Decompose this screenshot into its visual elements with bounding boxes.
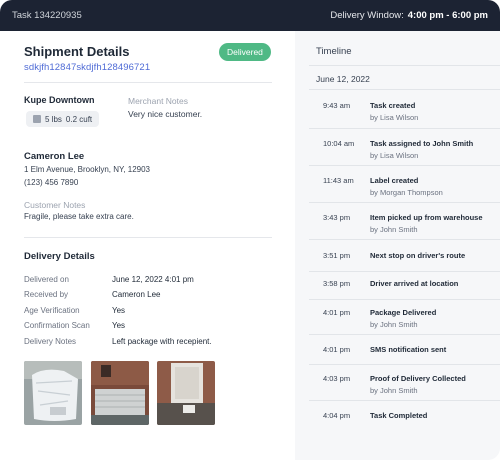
event-title: Task assigned to John Smith xyxy=(370,139,474,148)
delivery-row-value: Yes xyxy=(112,306,126,315)
customer-notes: Fragile, please take extra care. xyxy=(24,212,134,221)
divider xyxy=(24,237,272,238)
event-time: 11:43 am xyxy=(323,176,354,185)
delivery-row-value: Yes xyxy=(112,321,126,330)
package-weight: 5 lbs xyxy=(45,114,62,124)
customer-phone: (123) 456 7890 xyxy=(24,178,79,187)
event-time: 9:43 am xyxy=(323,101,351,110)
divider xyxy=(309,128,500,129)
timeline-date: June 12, 2022 xyxy=(316,74,370,84)
event-time: 4:03 pm xyxy=(323,374,351,383)
event-time: 4:04 pm xyxy=(323,411,351,420)
event-actor: by John Smith xyxy=(370,320,418,329)
event-actor: by Lisa Wilson xyxy=(370,113,419,122)
package-volume: 0.2 cuft xyxy=(65,114,93,124)
delivery-photo-doorstep[interactable] xyxy=(157,361,215,425)
event-title: Next stop on driver's route xyxy=(370,251,466,260)
event-title: Item picked up from warehouse xyxy=(370,213,483,222)
delivery-row-label: Age Verification xyxy=(24,306,80,315)
divider xyxy=(24,82,272,83)
shipment-title: Shipment Details xyxy=(24,44,130,59)
delivery-row: Age Verification Yes xyxy=(24,306,274,320)
divider xyxy=(309,165,500,166)
customer-name: Cameron Lee xyxy=(24,151,85,162)
event-time: 10:04 am xyxy=(323,139,355,148)
delivery-row-value: Cameron Lee xyxy=(112,290,161,299)
divider xyxy=(309,239,500,240)
divider xyxy=(309,299,500,300)
delivery-row: Received by Cameron Lee xyxy=(24,290,274,304)
app-frame: Task 134220935 Delivery Window: 4:00 pm -… xyxy=(0,0,500,460)
event-title: Package Delivered xyxy=(370,308,437,317)
event-actor: by John Smith xyxy=(370,386,418,395)
event-time: 4:01 pm xyxy=(323,308,351,317)
delivery-window-label: Delivery Window: xyxy=(330,10,404,21)
delivery-row-label: Received by xyxy=(24,290,69,299)
delivery-window: Delivery Window: 4:00 pm - 6:00 pm xyxy=(330,10,488,21)
event-time: 3:51 pm xyxy=(323,251,351,260)
event-actor: by Lisa Wilson xyxy=(370,151,419,160)
event-title: Task created xyxy=(370,101,416,110)
delivery-row: Confirmation Scan Yes xyxy=(24,321,274,335)
merchant-name: Kupe Downtown xyxy=(24,95,95,105)
divider xyxy=(309,202,500,203)
divider xyxy=(309,364,500,365)
event-title: Driver arrived at location xyxy=(370,279,459,288)
task-id: Task 134220935 xyxy=(12,10,82,21)
delivery-row: Delivery Notes Left package with recepie… xyxy=(24,337,274,351)
customer-address: 1 Elm Avenue, Brooklyn, NY, 12903 xyxy=(24,165,151,174)
box-icon xyxy=(33,115,41,123)
delivery-photo-house[interactable] xyxy=(91,361,149,425)
shipment-panel: Shipment Details sdkjfh12847skdjfh128496… xyxy=(0,31,295,460)
status-badge: Delivered xyxy=(219,43,271,61)
divider xyxy=(309,89,500,90)
delivery-row-value: Left package with recepient. xyxy=(112,337,212,346)
delivery-window-value: 4:00 pm - 6:00 pm xyxy=(407,10,488,21)
event-title: Task Completed xyxy=(370,411,428,420)
customer-notes-label: Customer Notes xyxy=(24,200,86,210)
event-time: 4:01 pm xyxy=(323,345,351,354)
event-title: Label created xyxy=(370,176,419,185)
event-title: SMS notification sent xyxy=(370,345,447,354)
event-title: Proof of Delivery Collected xyxy=(370,374,466,383)
delivery-photo-package[interactable] xyxy=(24,361,82,425)
timeline-title: Timeline xyxy=(316,46,352,57)
event-time: 3:58 pm xyxy=(323,279,351,288)
delivery-row-label: Confirmation Scan xyxy=(24,321,90,330)
merchant-notes: Very nice customer. xyxy=(128,109,203,119)
divider xyxy=(309,334,500,335)
event-time: 3:43 pm xyxy=(323,213,351,222)
top-bar: Task 134220935 Delivery Window: 4:00 pm -… xyxy=(0,0,500,31)
timeline-panel: Timeline June 12, 2022 9:43 am Task crea… xyxy=(295,31,500,460)
merchant-notes-label: Merchant Notes xyxy=(128,96,188,106)
delivery-row-value: June 12, 2022 4:01 pm xyxy=(112,275,194,284)
package-chip: 5 lbs 0.2 cuft xyxy=(26,111,100,127)
divider xyxy=(309,65,500,66)
delivery-details-title: Delivery Details xyxy=(24,251,95,262)
delivery-row: Delivered on June 12, 2022 4:01 pm xyxy=(24,275,274,289)
tracking-link[interactable]: sdkjfh12847skdjfh128496721 xyxy=(24,62,150,73)
delivery-row-label: Delivery Notes xyxy=(24,337,77,346)
delivery-row-label: Delivered on xyxy=(24,275,69,284)
divider xyxy=(309,271,500,272)
event-actor: by Morgan Thompson xyxy=(370,188,443,197)
divider xyxy=(309,400,500,401)
event-actor: by John Smith xyxy=(370,225,418,234)
